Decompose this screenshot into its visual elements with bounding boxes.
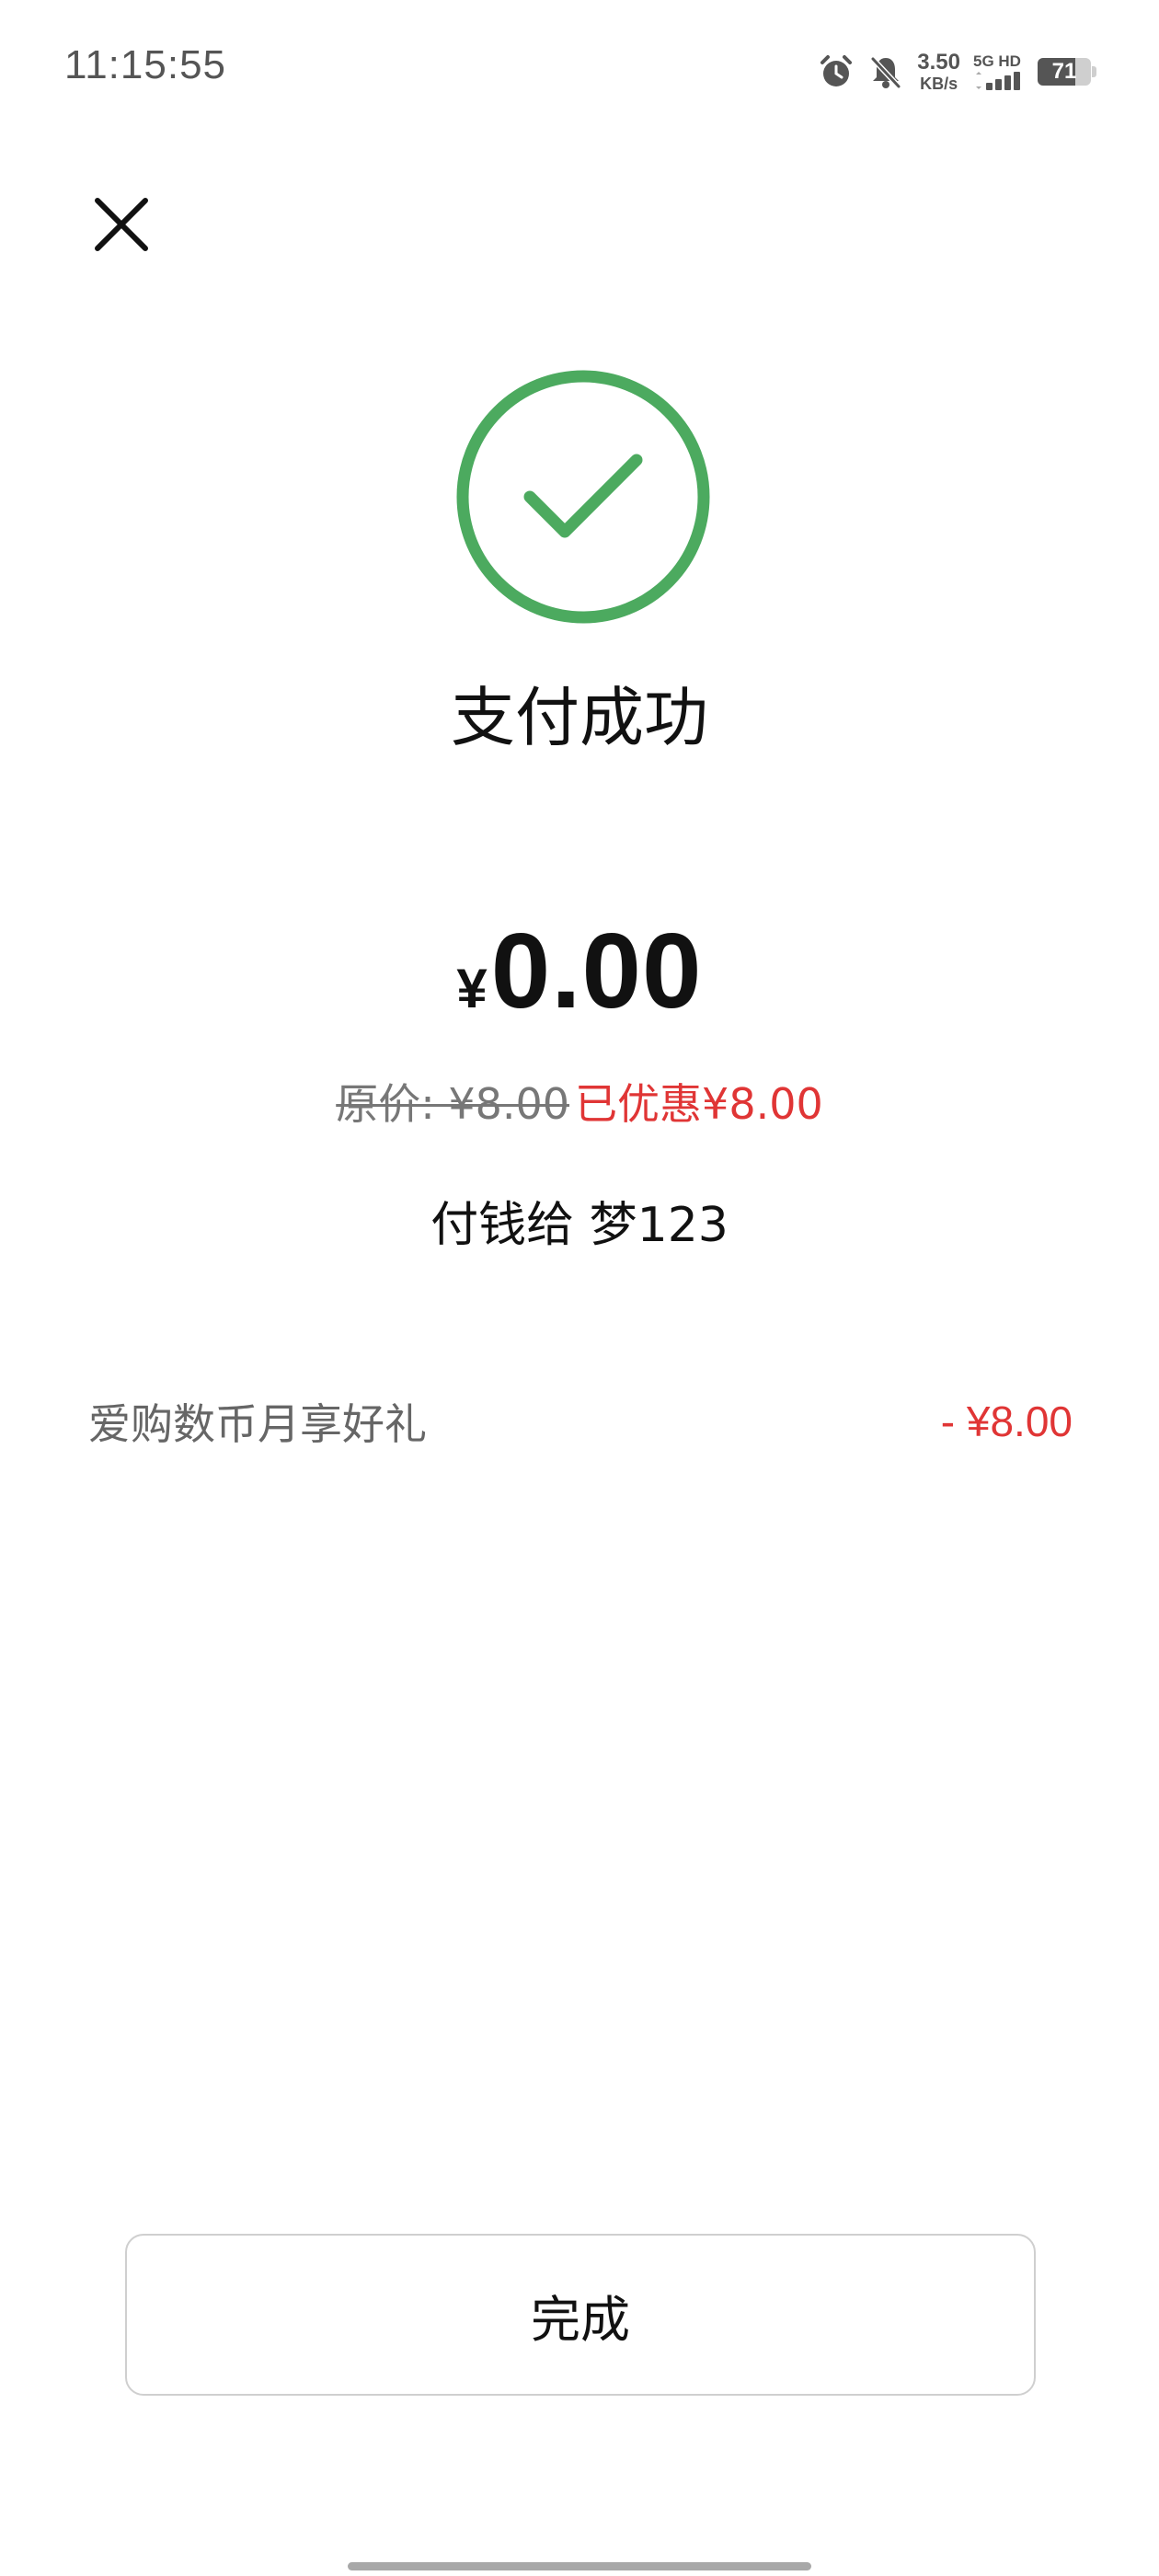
- status-icons: 3.50 KB/s 5G HD 71: [818, 50, 1096, 94]
- deduction-amount: - ¥8.00: [940, 1397, 1073, 1445]
- status-bar: 11:15:55 3.50 KB/s 5G HD 71: [0, 0, 1159, 138]
- amount-value: 0.00: [490, 911, 703, 1030]
- paid-amount: ¥0.00: [0, 906, 1159, 1068]
- deduction-row: 爱购数币月享好礼 - ¥8.00: [88, 1389, 1073, 1454]
- close-icon: [95, 198, 148, 251]
- close-button[interactable]: [88, 191, 155, 258]
- deduction-label: 爱购数币月享好礼: [88, 1399, 427, 1449]
- network-label: 5G HD: [973, 52, 1021, 70]
- net-speed-value: 3.50: [917, 50, 960, 75]
- status-time: 11:15:55: [64, 42, 227, 87]
- payee-text: 付钱给 梦123: [430, 1198, 729, 1253]
- payment-status-title: 支付成功: [451, 680, 708, 755]
- currency-symbol: ¥: [456, 958, 488, 1019]
- signal-indicator: 5G HD: [973, 53, 1025, 90]
- net-speed-unit: KB/s: [920, 75, 958, 93]
- battery-icon: 71: [1038, 58, 1096, 86]
- original-price: 原价: ¥8.00: [336, 1079, 570, 1129]
- done-button[interactable]: 完成: [125, 2234, 1036, 2396]
- alarm-icon: [818, 53, 855, 90]
- battery-level: 71: [1051, 59, 1077, 84]
- signal-icon: [973, 72, 1025, 90]
- price-summary: 原价: ¥8.00 已优惠¥8.00: [0, 1075, 1159, 1133]
- net-speed: 3.50 KB/s: [917, 50, 960, 93]
- home-indicator[interactable]: [348, 2562, 811, 2570]
- bell-muted-icon: [867, 53, 904, 90]
- check-circle-icon: [456, 370, 710, 624]
- discount-text: 已优惠¥8.00: [575, 1079, 823, 1129]
